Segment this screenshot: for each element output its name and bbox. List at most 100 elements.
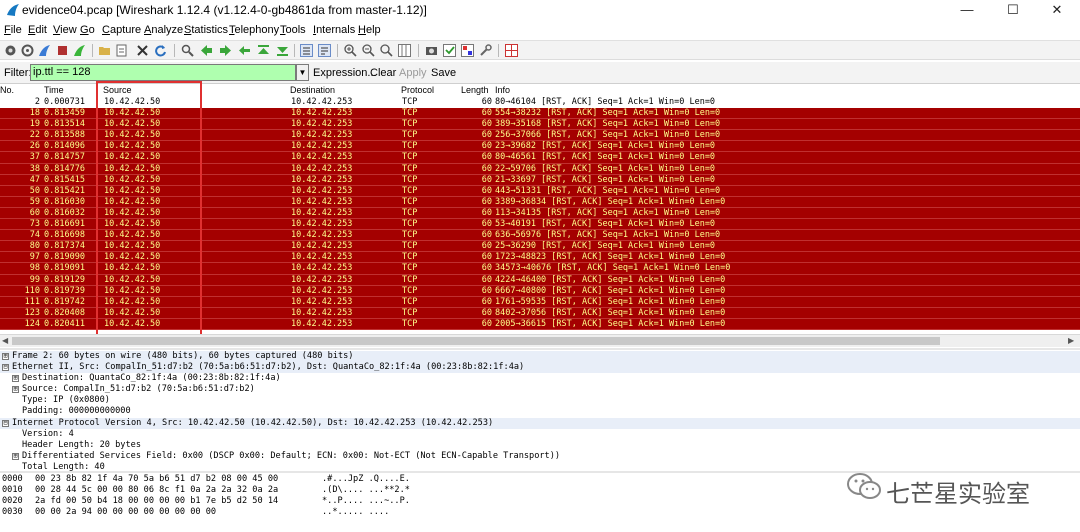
detail-row[interactable]: Header Length: 20 bytes [0, 440, 1080, 451]
packet-row[interactable]: 59 0.816030 10.42.42.50 10.42.42.253 TCP 60 33… [0, 196, 1080, 208]
packet-destination: 10.42.42.253 [291, 285, 353, 296]
detail-row[interactable]: Padding: 000000000000 [0, 406, 1080, 417]
reload-icon[interactable] [154, 44, 167, 57]
packet-protocol: TCP [402, 318, 418, 329]
packet-row[interactable]: 47 0.815415 10.42.42.50 10.42.42.253 TCP 60 21… [0, 174, 1080, 186]
display-filter-input[interactable]: ip.ttl == 128 [30, 64, 296, 81]
save-file-icon[interactable] [115, 44, 128, 57]
coloring-rules-icon[interactable] [461, 44, 474, 57]
packet-row[interactable]: 97 0.819090 10.42.42.50 10.42.42.253 TCP 60 17… [0, 252, 1080, 264]
packet-row[interactable]: 110 0.819739 10.42.42.50 10.42.42.253 TCP 60 6… [0, 285, 1080, 297]
scroll-right-icon[interactable]: ▶ [1068, 336, 1074, 345]
menu-telephony[interactable]: Telephony [229, 24, 279, 36]
restart-capture-icon[interactable] [73, 44, 86, 57]
display-filters-icon[interactable] [443, 44, 456, 57]
stop-capture-icon[interactable] [56, 44, 69, 57]
packet-number: 98 [29, 263, 40, 274]
save-filter-button[interactable]: Save [431, 67, 456, 79]
packet-row[interactable]: 2 0.000731 10.42.42.50 10.42.42.253 TCP 60 80→… [0, 97, 1080, 109]
close-file-icon[interactable] [136, 44, 149, 57]
packet-row[interactable]: 26 0.814096 10.42.42.50 10.42.42.253 TCP 60 23… [0, 141, 1080, 153]
auto-scroll-icon[interactable] [318, 44, 331, 57]
find-packet-icon[interactable] [181, 44, 194, 57]
zoom-in-icon[interactable] [344, 44, 357, 57]
packet-row[interactable]: 73 0.816691 10.42.42.50 10.42.42.253 TCP 60 53… [0, 219, 1080, 231]
collapse-icon[interactable]: ⊟ [2, 364, 9, 372]
expand-icon[interactable]: ⊞ [12, 375, 19, 383]
close-button[interactable]: ✕ [1034, 0, 1080, 22]
column-header-no[interactable]: No. [0, 86, 14, 95]
scroll-left-icon[interactable]: ◀ [2, 336, 8, 345]
help-icon[interactable] [505, 44, 518, 57]
preferences-icon[interactable] [479, 44, 492, 57]
resize-columns-icon[interactable] [398, 44, 411, 57]
packet-row[interactable]: 124 0.820411 10.42.42.50 10.42.42.253 TCP 60 2… [0, 318, 1080, 330]
clear-button[interactable]: Clear [370, 67, 396, 79]
menu-help[interactable]: Help [358, 24, 381, 36]
detail-row[interactable]: Version: 4 [0, 429, 1080, 440]
packet-list-scrollbar[interactable]: ◀ ▶ [0, 334, 1080, 347]
packet-destination: 10.42.42.253 [291, 252, 353, 263]
go-to-packet-icon[interactable] [238, 44, 251, 57]
packet-row[interactable]: 38 0.814776 10.42.42.50 10.42.42.253 TCP 60 22… [0, 163, 1080, 175]
last-packet-icon[interactable] [276, 44, 289, 57]
column-header-length[interactable]: Length [461, 86, 489, 95]
column-header-protocol[interactable]: Protocol [401, 86, 434, 95]
packet-row[interactable]: 111 0.819742 10.42.42.50 10.42.42.253 TCP 60 1… [0, 296, 1080, 308]
packet-row[interactable]: 60 0.816032 10.42.42.50 10.42.42.253 TCP 60 11… [0, 207, 1080, 220]
menu-analyze[interactable]: Analyze [144, 24, 183, 36]
expand-icon[interactable]: ⊞ [2, 353, 9, 360]
pane-divider[interactable] [0, 348, 1080, 350]
packet-row[interactable]: 19 0.813514 10.42.42.50 10.42.42.253 TCP 60 38… [0, 119, 1080, 131]
maximize-button[interactable]: ☐ [990, 0, 1036, 22]
menu-file[interactable]: File [4, 24, 22, 36]
column-header-destination[interactable]: Destination [290, 86, 335, 95]
expand-icon[interactable]: ⊞ [12, 386, 19, 394]
first-packet-icon[interactable] [257, 44, 270, 57]
packet-row[interactable]: 123 0.820408 10.42.42.50 10.42.42.253 TCP 60 8… [0, 307, 1080, 319]
capture-filters-icon[interactable] [425, 44, 438, 57]
detail-row[interactable]: ⊞ Differentiated Services Field: 0x00 (DS… [0, 451, 1080, 462]
column-header-time[interactable]: Time [44, 86, 64, 95]
go-forward-icon[interactable] [219, 44, 232, 57]
detail-row[interactable]: ⊞ Destination: QuantaCo_82:1f:4a (00:23:8… [0, 373, 1080, 384]
interfaces-icon[interactable] [4, 44, 17, 57]
zoom-out-icon[interactable] [362, 44, 375, 57]
menu-internals[interactable]: Internals [313, 24, 355, 36]
column-header-info[interactable]: Info [495, 86, 510, 95]
packet-row[interactable]: 74 0.816698 10.42.42.50 10.42.42.253 TCP 60 63… [0, 230, 1080, 242]
menu-edit[interactable]: Edit [28, 24, 47, 36]
packet-row[interactable]: 22 0.813588 10.42.42.50 10.42.42.253 TCP 60 25… [0, 130, 1080, 142]
packet-length: 60 [481, 196, 492, 207]
packet-row[interactable]: 18 0.813459 10.42.42.50 10.42.42.253 TCP 60 55… [0, 108, 1080, 120]
packet-row[interactable]: 80 0.817374 10.42.42.50 10.42.42.253 TCP 60 25… [0, 241, 1080, 253]
colorize-icon[interactable] [300, 44, 313, 57]
menu-tools[interactable]: Tools [280, 24, 306, 36]
filter-dropdown-button[interactable]: ▼ [296, 64, 309, 81]
detail-row[interactable]: ⊟ Ethernet II, Src: CompalIn_51:d7:b2 (70… [0, 362, 1080, 374]
menu-go[interactable]: Go [80, 24, 95, 36]
collapse-icon[interactable]: ⊟ [2, 419, 9, 427]
normal-size-icon[interactable] [380, 44, 393, 57]
scrollbar-thumb[interactable] [12, 337, 940, 345]
expand-icon[interactable]: ⊞ [12, 452, 19, 460]
start-capture-icon[interactable] [38, 44, 51, 57]
menu-capture[interactable]: Capture [102, 24, 141, 36]
detail-row[interactable]: Type: IP (0x0800) [0, 395, 1080, 406]
detail-row[interactable]: ⊞ Source: CompalIn_51:d7:b2 (70:5a:b6:51:… [0, 384, 1080, 395]
open-file-icon[interactable] [98, 44, 111, 57]
menu-statistics[interactable]: Statistics [184, 24, 228, 36]
packet-row[interactable]: 98 0.819091 10.42.42.50 10.42.42.253 TCP 60 34… [0, 263, 1080, 275]
detail-row[interactable]: ⊞ Frame 2: 60 bytes on wire (480 bits), 6… [0, 351, 1080, 363]
packet-row[interactable]: 50 0.815421 10.42.42.50 10.42.42.253 TCP 60 44… [0, 185, 1080, 197]
capture-options-icon[interactable] [21, 44, 34, 57]
packet-row[interactable]: 99 0.819129 10.42.42.50 10.42.42.253 TCP 60 42… [0, 274, 1080, 286]
detail-row[interactable]: ⊟ Internet Protocol Version 4, Src: 10.42… [0, 417, 1080, 429]
menu-view[interactable]: View [53, 24, 77, 36]
apply-button[interactable]: Apply [399, 67, 427, 79]
expression-button[interactable]: Expression... [313, 67, 377, 79]
go-back-icon[interactable] [200, 44, 213, 57]
column-header-source[interactable]: Source [103, 86, 132, 95]
packet-row[interactable]: 37 0.814757 10.42.42.50 10.42.42.253 TCP 60 80… [0, 152, 1080, 164]
minimize-button[interactable]: — [944, 0, 990, 22]
